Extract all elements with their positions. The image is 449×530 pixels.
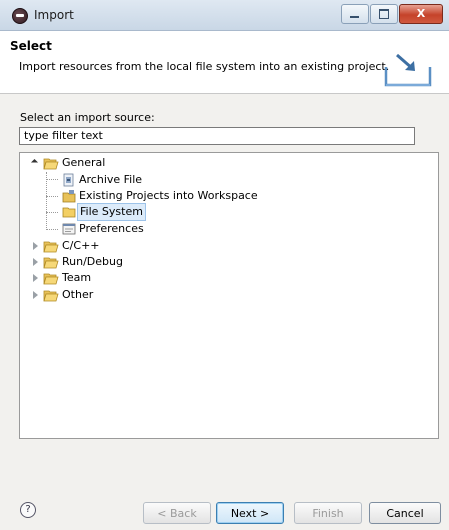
finish-button[interactable]: Finish [294, 502, 362, 524]
tree-item-team[interactable]: Team [31, 270, 91, 286]
page-description: Import resources from the local file sys… [19, 60, 390, 73]
wizard-footer: ? < Back Next > Finish Cancel [0, 490, 449, 530]
tree-item-label: Existing Projects into Workspace [79, 189, 258, 202]
archive-file-icon [62, 173, 76, 187]
window-controls: X [340, 4, 443, 24]
project-icon [62, 189, 76, 203]
tree-item-label: File System [77, 203, 146, 221]
tree-item-label: General [62, 156, 106, 169]
close-button[interactable]: X [399, 4, 443, 24]
maximize-button[interactable] [370, 4, 398, 24]
import-source-label: Select an import source: [20, 111, 155, 124]
folder-open-icon [43, 240, 59, 253]
page-title: Select [10, 39, 52, 53]
tree-guide-line [46, 179, 58, 180]
import-wizard-icon [383, 49, 433, 89]
folder-open-icon [43, 289, 59, 302]
tree-item-existing-projects[interactable]: Existing Projects into Workspace [62, 188, 258, 204]
expand-arrow-icon[interactable] [31, 158, 41, 168]
tree-item-file-system[interactable]: File System [62, 203, 146, 221]
tree-item-run-debug[interactable]: Run/Debug [31, 254, 123, 270]
wizard-header: Select Import resources from the local f… [0, 31, 449, 94]
folder-open-icon [43, 256, 59, 269]
tree-item-other[interactable]: Other [31, 287, 93, 303]
tree-item-label: Team [62, 271, 92, 284]
tree-guide-line [46, 172, 47, 230]
tree-item-label: Run/Debug [62, 255, 123, 268]
cancel-button[interactable]: Cancel [369, 502, 441, 524]
window-title: Import [34, 8, 74, 22]
tree-item-label: Preferences [79, 222, 144, 235]
tree-item-c-cpp[interactable]: C/C++ [31, 238, 100, 254]
expand-arrow-icon[interactable] [31, 241, 41, 251]
tree-item-preferences[interactable]: Preferences [62, 221, 144, 237]
tree-item-label: C/C++ [62, 239, 100, 252]
tree-guide-line [46, 229, 58, 230]
expand-arrow-icon[interactable] [31, 290, 41, 300]
tree-guide-line [46, 212, 58, 213]
tree-guide-line [46, 196, 58, 197]
import-source-tree[interactable]: General Archive File Existing Projects i… [19, 152, 439, 439]
eclipse-app-icon [12, 8, 28, 24]
help-icon[interactable]: ? [20, 502, 36, 518]
filter-input[interactable] [19, 127, 415, 145]
folder-icon [62, 205, 76, 219]
title-bar: Import X [0, 0, 449, 31]
preferences-icon [62, 222, 76, 236]
folder-open-icon [43, 157, 59, 170]
tree-item-label: Other [62, 288, 94, 301]
tree-item-general[interactable]: General [31, 155, 105, 171]
expand-arrow-icon[interactable] [31, 257, 41, 267]
tree-item-archive-file[interactable]: Archive File [62, 172, 142, 188]
minimize-button[interactable] [341, 4, 369, 24]
tree-item-label: Archive File [79, 173, 143, 186]
expand-arrow-icon[interactable] [31, 273, 41, 283]
next-button[interactable]: Next > [216, 502, 284, 524]
back-button[interactable]: < Back [143, 502, 211, 524]
folder-open-icon [43, 272, 59, 285]
